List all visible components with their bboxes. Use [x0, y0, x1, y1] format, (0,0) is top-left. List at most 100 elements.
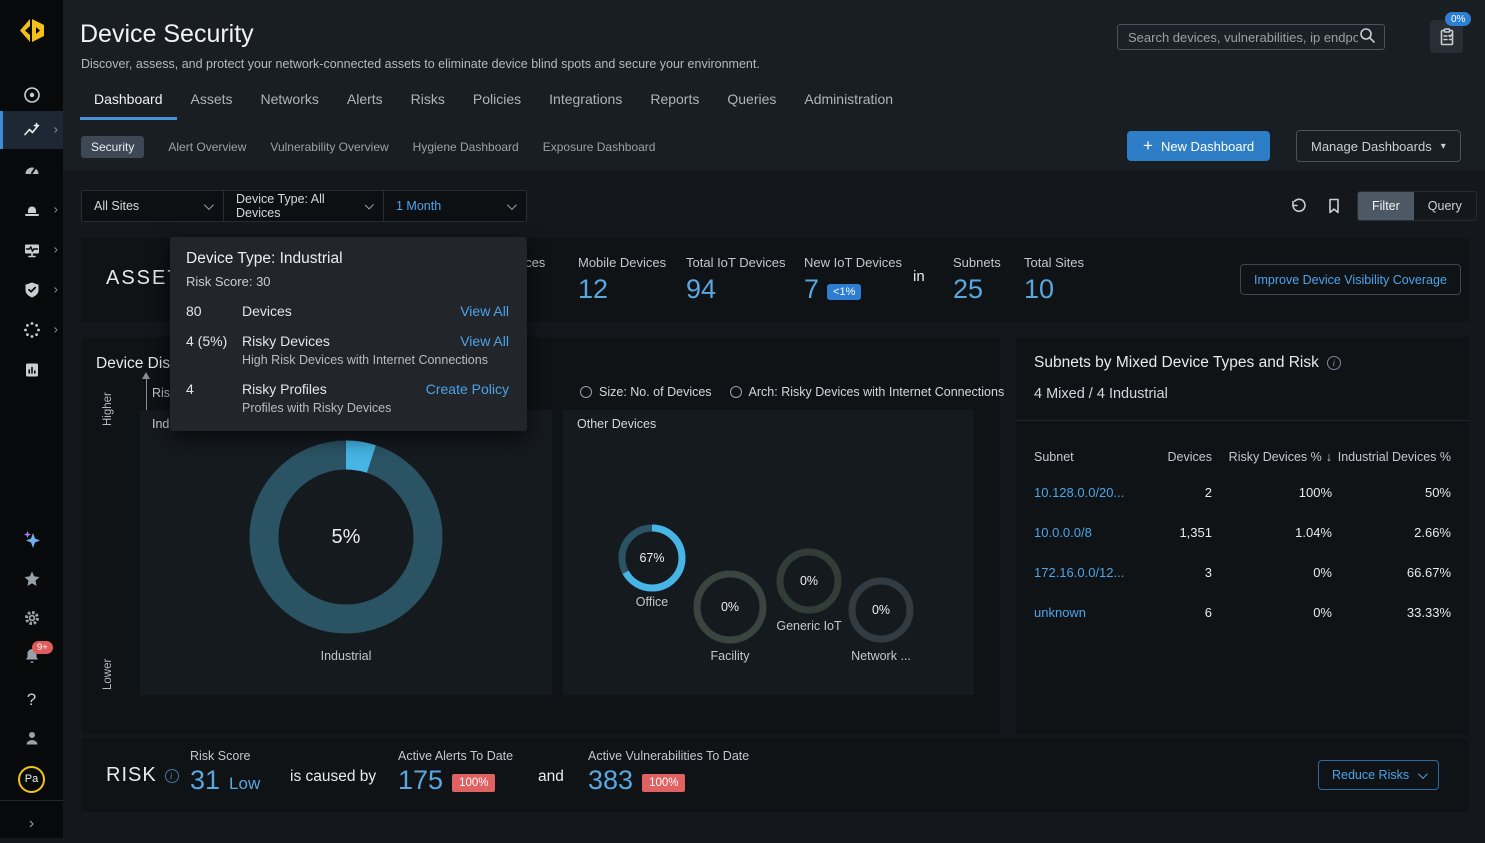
tab-integrations[interactable]: Integrations	[535, 91, 636, 120]
search-icon	[1358, 26, 1376, 49]
divider	[0, 800, 63, 801]
tab-queries[interactable]: Queries	[713, 91, 790, 120]
col-subnet[interactable]: Subnet	[1034, 450, 1152, 464]
network-bubble-label: Network ...	[845, 649, 917, 663]
chevron-right-icon: ›	[54, 121, 58, 136]
sidebar-item-risk-gauge[interactable]	[0, 151, 63, 189]
dotted-circle-icon	[22, 320, 42, 340]
chevron-down-icon	[507, 200, 517, 210]
subnets-subtitle: 4 Mixed / 4 Industrial	[1034, 386, 1168, 402]
radio-icon	[580, 386, 592, 398]
sidebar-item-ai-assistant[interactable]	[0, 521, 63, 559]
subtab-vulnerability-overview[interactable]: Vulnerability Overview	[270, 140, 388, 154]
risk-score-metric: Risk Score 31 Low	[190, 749, 260, 796]
sidebar: › › › › ›	[0, 0, 63, 838]
active-alerts-metric: Active Alerts To Date 175 100%	[398, 749, 513, 796]
divider	[1016, 420, 1469, 421]
subnet-link[interactable]: 172.16.0.0/12...	[1034, 565, 1152, 580]
subnet-link[interactable]: 10.128.0.0/20...	[1034, 485, 1152, 500]
subtab-exposure-dashboard[interactable]: Exposure Dashboard	[543, 140, 656, 154]
global-search[interactable]	[1117, 24, 1385, 50]
office-bubble-value: 67%	[615, 521, 689, 595]
sites-dropdown[interactable]: All Sites	[82, 191, 224, 221]
bookmark-icon	[1325, 197, 1343, 215]
subtab-alert-overview[interactable]: Alert Overview	[168, 140, 246, 154]
new-dashboard-button[interactable]: + New Dashboard	[1127, 131, 1270, 161]
device-type-dropdown[interactable]: Device Type: All Devices	[224, 191, 384, 221]
sidebar-item-dashboards[interactable]: ›	[0, 111, 63, 149]
tab-risks[interactable]: Risks	[397, 91, 459, 120]
siren-icon	[22, 200, 42, 220]
person-icon	[22, 728, 42, 748]
tab-policies[interactable]: Policies	[459, 91, 535, 120]
search-input[interactable]	[1128, 30, 1358, 45]
sidebar-item-notifications[interactable]: 9+	[0, 637, 63, 675]
sidebar-item-account[interactable]	[0, 719, 63, 757]
sidebar-user-avatar[interactable]: Pa	[0, 760, 63, 798]
axis-lower-label: Lower	[102, 659, 114, 690]
tab-dashboard[interactable]: Dashboard	[80, 91, 177, 120]
bookmark-button[interactable]	[1322, 194, 1346, 218]
sidebar-item-integrations[interactable]: ›	[0, 311, 63, 349]
question-icon: ?	[27, 690, 36, 710]
generic-iot-bubble-label: Generic IoT	[773, 619, 845, 633]
sidebar-item-discover[interactable]	[0, 76, 63, 114]
subnet-link[interactable]: 10.0.0.0/8	[1034, 525, 1152, 540]
facility-bubble-value: 0%	[690, 567, 770, 647]
subnet-link[interactable]: unknown	[1034, 605, 1152, 620]
subnets-card: Subnets by Mixed Device Types and Risk i…	[1016, 337, 1469, 735]
sidebar-item-activity[interactable]: ›	[0, 231, 63, 269]
subnets-title: Subnets by Mixed Device Types and Risk	[1034, 354, 1319, 372]
industrial-bottom-label: Industrial	[246, 649, 446, 663]
view-all-devices-link[interactable]: View All	[460, 303, 509, 319]
tab-assets[interactable]: Assets	[177, 91, 247, 120]
risk-summary-card: RISK i Risk Score 31 Low is caused by Ac…	[81, 738, 1469, 812]
col-devices[interactable]: Devices	[1152, 450, 1212, 464]
table-row: unknown 6 0% 33.33%	[1034, 592, 1451, 632]
reduce-risks-button[interactable]: Reduce Risks	[1318, 760, 1439, 790]
sidebar-item-favorites[interactable]	[0, 560, 63, 598]
sidebar-item-policies[interactable]: ›	[0, 271, 63, 309]
radio-arch-risky[interactable]: Arch: Risky Devices with Internet Connec…	[730, 385, 1005, 399]
tooltip-row-devices: 80 Devices View All	[186, 303, 509, 319]
chevron-down-icon	[204, 200, 214, 210]
header: Device Security Discover, assess, and pr…	[63, 0, 1485, 170]
in-connector: in	[913, 268, 925, 285]
radar-icon	[22, 85, 42, 105]
subnets-table: Subnet Devices Risky Devices %↓ Industri…	[1034, 442, 1451, 632]
create-policy-link[interactable]: Create Policy	[426, 381, 509, 397]
manage-dashboards-button[interactable]: Manage Dashboards ▾	[1296, 130, 1461, 162]
metric-total-sites: Total Sites 10	[1024, 255, 1084, 305]
facility-bubble-label: Facility	[690, 649, 770, 663]
query-toggle-button[interactable]: Query	[1414, 192, 1476, 220]
filter-toggle-button[interactable]: Filter	[1358, 192, 1414, 220]
sidebar-expand-button[interactable]: ›	[0, 805, 63, 843]
subtab-security[interactable]: Security	[81, 136, 144, 158]
sidebar-item-reports[interactable]	[0, 351, 63, 389]
tab-reports[interactable]: Reports	[636, 91, 713, 120]
sidebar-item-alerts[interactable]: ›	[0, 191, 63, 229]
gauge-icon	[22, 160, 42, 180]
subtab-hygiene-dashboard[interactable]: Hygiene Dashboard	[413, 140, 519, 154]
table-row: 10.0.0.0/8 1,351 1.04% 2.66%	[1034, 512, 1451, 552]
other-devices-label: Other Devices	[577, 417, 656, 431]
page-subtitle: Discover, assess, and protect your netwo…	[81, 57, 760, 71]
sidebar-item-help[interactable]: ?	[0, 681, 63, 719]
info-icon[interactable]: i	[165, 769, 179, 783]
tab-networks[interactable]: Networks	[247, 91, 333, 120]
chevron-right-icon: ›	[29, 815, 34, 833]
improve-visibility-button[interactable]: Improve Device Visibility Coverage	[1240, 264, 1461, 295]
info-icon[interactable]: i	[1327, 356, 1341, 370]
refresh-button[interactable]	[1286, 194, 1310, 218]
view-all-risky-devices-link[interactable]: View All	[460, 333, 509, 349]
brand-logo[interactable]	[16, 15, 48, 47]
tab-alerts[interactable]: Alerts	[333, 91, 397, 120]
tab-administration[interactable]: Administration	[790, 91, 907, 120]
radio-size-devices[interactable]: Size: No. of Devices	[580, 385, 712, 399]
trend-badge: <1%	[827, 284, 861, 300]
time-range-dropdown[interactable]: 1 Month	[384, 191, 526, 221]
axis-arrow	[142, 372, 150, 379]
sidebar-item-settings[interactable]	[0, 599, 63, 637]
col-risky-sorted[interactable]: Risky Devices %↓	[1212, 450, 1332, 464]
col-industrial[interactable]: Industrial Devices %	[1332, 450, 1451, 464]
